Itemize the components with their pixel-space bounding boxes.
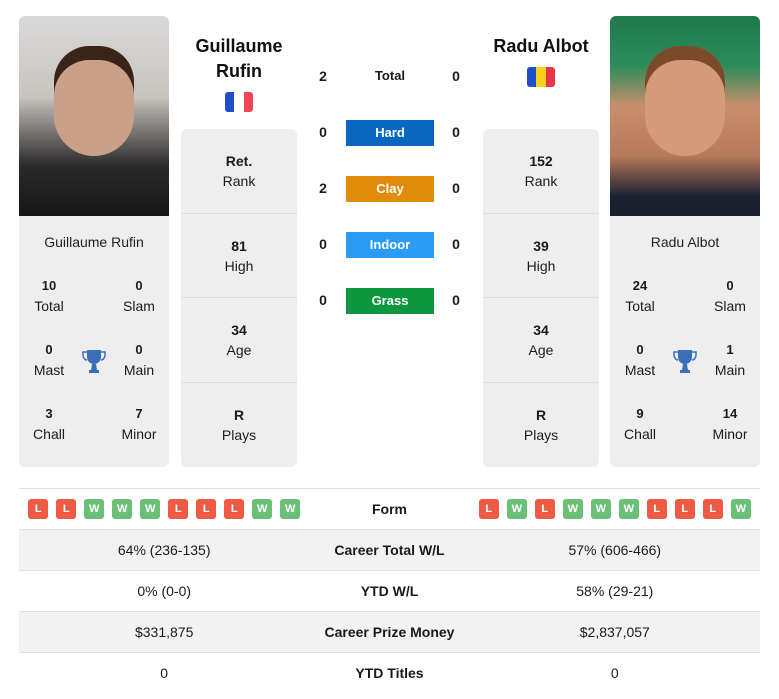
player2-face bbox=[645, 46, 725, 156]
form-loss-badge[interactable]: L bbox=[674, 499, 695, 519]
player2-card-name[interactable]: Radu Albot bbox=[610, 234, 760, 250]
player1-slam-titles: 0 Slam bbox=[123, 278, 155, 314]
form-loss-badge[interactable]: L bbox=[56, 499, 77, 519]
form-win-badge[interactable]: W bbox=[730, 499, 751, 519]
career-wl-row: 64% (236-135) Career Total W/L 57% (606-… bbox=[19, 529, 760, 571]
player1-stats: Ret. Rank 81 High 34 Age R Plays bbox=[181, 129, 297, 467]
player2-main-titles: 1 Main bbox=[714, 342, 746, 378]
player1-career-wl: 64% (236-135) bbox=[19, 529, 310, 571]
player2-prize-money: $2,837,057 bbox=[469, 611, 760, 653]
comparison-table: LLWWWLLLWW Form LWLWWWLLLW 64% (236-135)… bbox=[19, 488, 760, 694]
surface-hard-badge[interactable]: Hard bbox=[346, 120, 434, 146]
player2-challenger-titles: 9 Chall bbox=[624, 406, 656, 442]
form-loss-badge[interactable]: L bbox=[702, 499, 723, 519]
form-loss-badge[interactable]: L bbox=[168, 499, 189, 519]
h2h-hard-p1: 0 bbox=[319, 124, 327, 140]
h2h-total-row: 2 Total 0 bbox=[310, 64, 470, 90]
surface-clay-badge[interactable]: Clay bbox=[346, 176, 434, 202]
ytd-wl-label: YTD W/L bbox=[309, 570, 470, 612]
h2h-clay-row: 2 Clay 0 bbox=[310, 176, 470, 202]
player1-face bbox=[54, 46, 134, 156]
h2h-grass-p2: 0 bbox=[452, 292, 460, 308]
player2-plays: R Plays bbox=[523, 406, 559, 443]
form-loss-badge[interactable]: L bbox=[28, 499, 49, 519]
form-loss-badge[interactable]: L bbox=[646, 499, 667, 519]
player2-total-titles: 24 Total bbox=[625, 278, 655, 314]
player2-stats: 152 Rank 39 High 34 Age R Plays bbox=[483, 129, 599, 467]
player1-challenger-titles: 3 Chall bbox=[33, 406, 65, 442]
prize-money-label: Career Prize Money bbox=[309, 611, 470, 653]
form-row: LLWWWLLLWW Form LWLWWWLLLW bbox=[19, 488, 760, 530]
form-win-badge[interactable]: W bbox=[84, 499, 105, 519]
player1-ytd-titles: 0 bbox=[160, 665, 169, 682]
trophy-icon bbox=[82, 350, 106, 373]
h2h-total-p2: 0 bbox=[452, 68, 460, 84]
player2-minor-titles: 14 Minor bbox=[712, 406, 748, 442]
player2-name[interactable]: Radu Albot bbox=[466, 34, 616, 59]
player1-ytd-wl: 0% (0-0) bbox=[19, 570, 310, 612]
player1-minor-titles: 7 Minor bbox=[121, 406, 157, 442]
player2-slam-titles: 0 Slam bbox=[714, 278, 746, 314]
trophy-icon bbox=[673, 350, 697, 373]
surface-grass-badge[interactable]: Grass bbox=[346, 288, 434, 314]
player2-age: 34 Age bbox=[483, 298, 599, 383]
prize-money-row: $331,875 Career Prize Money $2,837,057 bbox=[19, 611, 760, 653]
surface-indoor-badge[interactable]: Indoor bbox=[346, 232, 434, 258]
player1-prize-money: $331,875 bbox=[19, 611, 310, 653]
h2h-total-label: Total bbox=[374, 68, 406, 83]
player2-form: LWLWWWLLLW bbox=[469, 488, 760, 530]
player2-titles-card: Radu Albot 24 Total 0 Slam 0 Mast 1 Main 9 Ch… bbox=[610, 216, 760, 467]
player1-total-titles: 10 Total bbox=[34, 278, 64, 314]
h2h-grass-row: 0 Grass 0 bbox=[310, 288, 470, 314]
form-win-badge[interactable]: W bbox=[112, 499, 133, 519]
form-loss-badge[interactable]: L bbox=[534, 499, 555, 519]
player2-high: 39 High bbox=[483, 214, 599, 298]
form-win-badge[interactable]: W bbox=[618, 499, 639, 519]
player2-header: Radu Albot bbox=[466, 34, 616, 92]
player1-form: LLWWWLLLWW bbox=[19, 488, 310, 530]
player2-ytd-titles: 0 bbox=[610, 665, 619, 682]
ytd-titles-label: YTD Titles bbox=[355, 665, 424, 682]
player1-masters-titles: 0 Mast bbox=[33, 342, 65, 378]
h2h-hard-row: 0 Hard 0 bbox=[310, 120, 470, 146]
form-win-badge[interactable]: W bbox=[590, 499, 611, 519]
player1-high: 81 High bbox=[181, 214, 297, 298]
h2h-clay-p1: 2 bbox=[319, 180, 327, 196]
player1-header: Guillaume Rufin bbox=[164, 34, 314, 117]
player1-card-name[interactable]: Guillaume Rufin bbox=[19, 234, 169, 250]
form-loss-badge[interactable]: L bbox=[196, 499, 217, 519]
form-win-badge[interactable]: W bbox=[562, 499, 583, 519]
h2h-indoor-p1: 0 bbox=[319, 236, 327, 252]
h2h-grass-p1: 0 bbox=[319, 292, 327, 308]
moldova-flag-icon bbox=[527, 67, 555, 87]
player2-ytd-wl: 58% (29-21) bbox=[469, 570, 760, 612]
player1-rank: Ret. Rank bbox=[181, 129, 297, 214]
form-loss-badge[interactable]: L bbox=[478, 499, 499, 519]
form-win-badge[interactable]: W bbox=[506, 499, 527, 519]
h2h-total-p1: 2 bbox=[319, 68, 327, 84]
h2h-hard-p2: 0 bbox=[452, 124, 460, 140]
player1-photo[interactable] bbox=[19, 16, 169, 216]
form-loss-badge[interactable]: L bbox=[224, 499, 245, 519]
ytd-titles-row: 0 YTD Titles 0 bbox=[19, 653, 760, 694]
player1-main-titles: 0 Main bbox=[123, 342, 155, 378]
player2-photo[interactable] bbox=[610, 16, 760, 216]
france-flag-icon bbox=[225, 92, 253, 112]
player2-career-wl: 57% (606-466) bbox=[469, 529, 760, 571]
player2-masters-titles: 0 Mast bbox=[624, 342, 656, 378]
form-win-badge[interactable]: W bbox=[140, 499, 161, 519]
form-label: Form bbox=[309, 488, 470, 530]
player1-titles-card: Guillaume Rufin 10 Total 0 Slam 0 Mast 0 Mai… bbox=[19, 216, 169, 467]
player1-age: 34 Age bbox=[181, 298, 297, 383]
h2h-indoor-row: 0 Indoor 0 bbox=[310, 232, 470, 258]
form-win-badge[interactable]: W bbox=[280, 499, 301, 519]
player2-rank: 152 Rank bbox=[483, 129, 599, 214]
career-wl-label: Career Total W/L bbox=[309, 529, 470, 571]
player1-plays: R Plays bbox=[221, 406, 257, 443]
h2h-indoor-p2: 0 bbox=[452, 236, 460, 252]
form-win-badge[interactable]: W bbox=[252, 499, 273, 519]
h2h-clay-p2: 0 bbox=[452, 180, 460, 196]
ytd-wl-row: 0% (0-0) YTD W/L 58% (29-21) bbox=[19, 570, 760, 612]
player1-name[interactable]: Guillaume Rufin bbox=[164, 34, 314, 84]
